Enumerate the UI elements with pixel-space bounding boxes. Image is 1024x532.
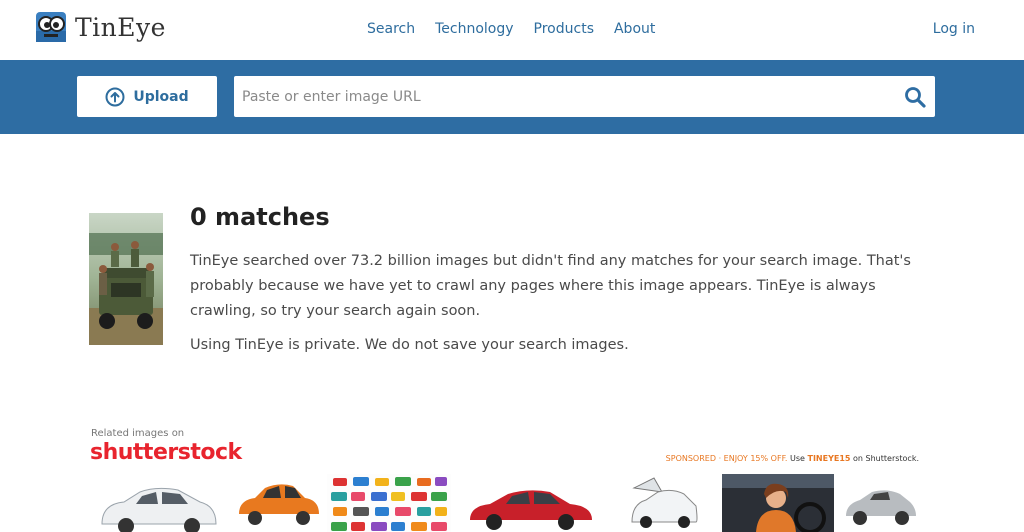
related-image[interactable] [628, 474, 700, 532]
sponsored-offer: SPONSORED · ENJOY 15% OFF. Use TINEYE15 … [665, 454, 919, 463]
search-image-thumbnail [89, 213, 163, 345]
related-image[interactable] [844, 474, 918, 532]
url-search-box [234, 76, 935, 117]
image-url-input[interactable] [234, 76, 884, 117]
nav-products[interactable]: Products [534, 21, 594, 37]
tineye-logo[interactable]: TinEye [35, 11, 166, 43]
result-count-title: 0 matches [190, 203, 330, 231]
nav-technology[interactable]: Technology [435, 21, 513, 37]
related-images-strip [90, 474, 930, 532]
privacy-note: Using TinEye is private. We do not save … [190, 337, 629, 353]
offer-on: on Shutterstock. [853, 454, 919, 463]
promo-code: TINEYE15 [807, 454, 851, 463]
related-image[interactable] [327, 474, 451, 532]
offer-use: Use [789, 454, 805, 463]
login-link[interactable]: Log in [933, 21, 975, 37]
main-nav: Search Technology Products About [367, 21, 655, 37]
brand-name: TinEye [75, 12, 166, 42]
magnifier-icon[interactable] [903, 85, 927, 109]
shutterstock-logo[interactable]: shutterstock [90, 440, 242, 465]
upload-arrow-icon [105, 87, 125, 106]
related-image[interactable] [96, 474, 220, 532]
related-image[interactable] [722, 474, 834, 532]
offer-text: ENJOY 15% OFF. [723, 454, 788, 463]
related-images-label: Related images on [91, 428, 185, 439]
related-image[interactable] [235, 474, 321, 532]
site-header: TinEye Search Technology Products About … [0, 0, 1024, 60]
sponsored-label: SPONSORED [665, 454, 717, 463]
tineye-robot-icon [36, 12, 66, 42]
nav-search[interactable]: Search [367, 21, 415, 37]
upload-label: Upload [133, 88, 189, 105]
nav-about[interactable]: About [614, 21, 655, 37]
upload-button[interactable]: Upload [77, 76, 217, 117]
related-image[interactable] [466, 474, 596, 532]
result-description: TinEye searched over 73.2 billion images… [190, 253, 911, 319]
search-band: Upload [0, 60, 1024, 134]
